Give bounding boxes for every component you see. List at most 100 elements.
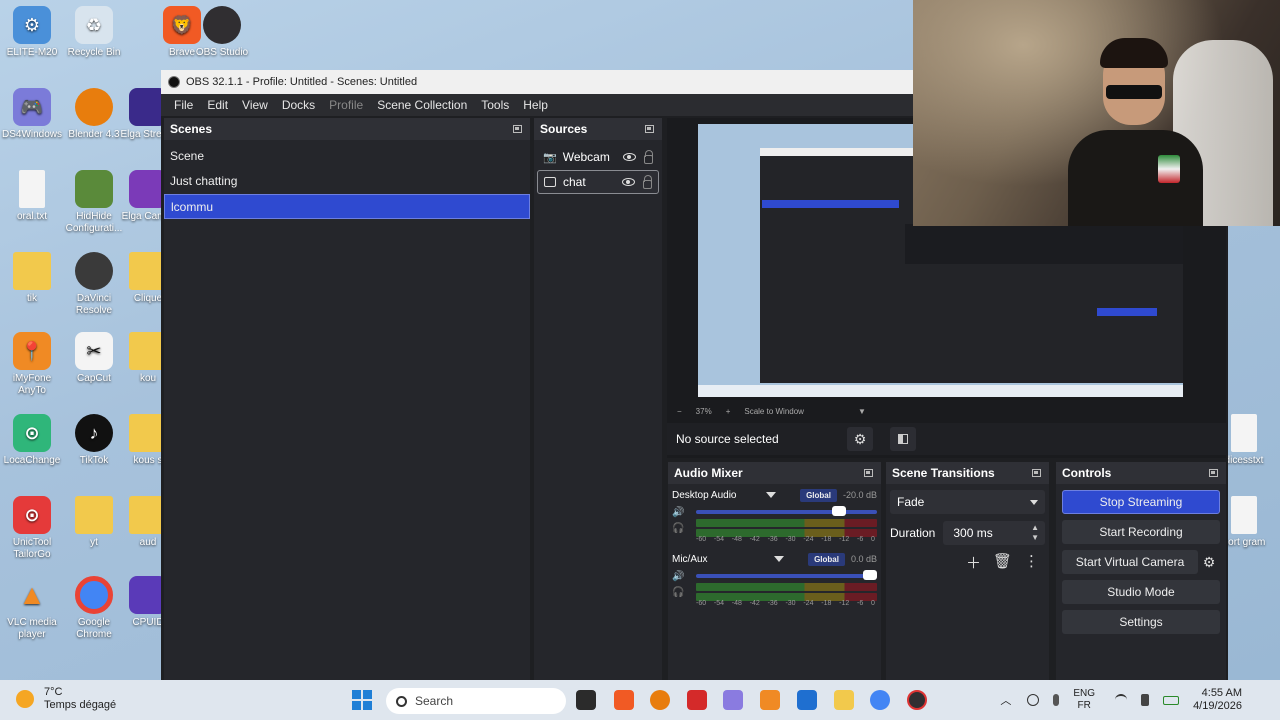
obs-taskbar-icon[interactable] [907,690,927,710]
spinner-icon[interactable]: ▲ ▼ [1031,523,1039,543]
chevron-down-icon[interactable]: ▼ [858,407,866,416]
desktop-icon-tailorgo[interactable]: ⊙ UnicTool TailorGo [0,496,64,561]
filters-icon[interactable] [890,427,916,451]
battery-icon[interactable] [1163,695,1180,705]
undock-icon[interactable] [513,125,522,133]
audio-meter [696,519,877,527]
blender-icon[interactable] [650,690,670,710]
scene-transitions-dock: Scene Transitions Fade Duration 300 ms ▲… [886,462,1049,680]
taskbar-search[interactable]: Search [386,688,566,714]
transition-selected: Fade [897,495,925,509]
trash-icon[interactable]: 🗑 [993,552,1012,573]
wifi-icon[interactable] [1115,694,1128,706]
undock-icon[interactable] [645,125,654,133]
start-recording-button[interactable]: Start Recording [1062,520,1220,544]
preview-zoom-bar: − 37% + Scale to Window ▼ [667,403,1226,419]
gear-icon[interactable]: ⚙ [1198,554,1220,571]
volume-slider[interactable] [696,506,877,516]
desktop-icon-vlc[interactable]: ▲ VLC media player [0,576,64,641]
menu-scene-collection[interactable]: Scene Collection [370,98,474,112]
desktop-icon-tik-folder[interactable]: tik [0,252,64,305]
source-label: chat [563,175,586,189]
visibility-eye-icon[interactable] [623,153,636,161]
source-label: Webcam [562,150,610,164]
gear-icon[interactable]: ⚙ [847,427,873,451]
scene-item-just-chatting[interactable]: Just chatting [164,169,530,194]
menu-profile[interactable]: Profile [322,98,370,112]
vlc-icon[interactable] [760,690,780,710]
file-explorer-icon[interactable] [834,690,854,710]
start-virtual-camera-button[interactable]: Start Virtual Camera [1062,550,1198,574]
visibility-eye-icon[interactable] [622,178,635,186]
microphone-icon[interactable] [1053,694,1060,706]
task-view-icon[interactable] [576,690,596,710]
source-toolbar: No source selected ⚙ [667,423,1226,455]
desktop-icon-imyfone[interactable]: 📍 iMyFone AnyTo [0,332,64,397]
desktop-icon-obs[interactable]: OBS Studio [190,6,254,59]
davinci-icon [75,252,113,290]
channel-desktop-audio: Desktop Audio Global -20.0 dB 🔊 🎧 -60 -54… [668,484,881,548]
menu-edit[interactable]: Edit [200,98,235,112]
gamepad-icon[interactable] [723,690,743,710]
store-icon[interactable] [797,690,817,710]
more-vertical-icon[interactable]: ⋮ [1024,552,1039,573]
speaker-icon[interactable]: 🔊 [672,507,684,518]
desktop-icon-locachange[interactable]: ⊙ LocaChange [0,414,64,467]
desktop-icon-elite[interactable]: ⚙ ELITE-M20 [0,6,64,59]
menu-help[interactable]: Help [516,98,555,112]
audio-mixer-title: Audio Mixer [674,466,743,480]
global-badge[interactable]: Global [800,488,837,502]
studio-mode-button[interactable]: Studio Mode [1062,580,1220,604]
network-off-icon[interactable] [1027,694,1040,706]
meter-ticks: -60 -54 -48 -42 -36 -30 -24 -18 -12 -6 0 [696,536,875,543]
undock-icon[interactable] [1209,469,1218,477]
controls-title: Controls [1062,466,1112,480]
zoom-out-button[interactable]: − [677,407,682,416]
chevron-up-icon[interactable]: ︿ [1000,692,1011,708]
menu-file[interactable]: File [167,98,200,112]
folder-icon [75,496,113,534]
brave-icon[interactable] [614,690,634,710]
search-placeholder: Search [415,694,454,708]
l-app-icon[interactable] [687,690,707,710]
speaker-icon[interactable]: 🔊 [672,571,684,582]
volume-slider-knob[interactable] [832,506,847,516]
volume-slider[interactable] [696,570,877,580]
desktop-icon-oral[interactable]: oral.txt [0,170,64,223]
volume-icon[interactable] [1141,694,1150,706]
transition-buttons: ＋ 🗑 ⋮ [886,552,1049,573]
desktop-icon-recycle-bin[interactable]: ♻ Recycle Bin [62,6,126,59]
menu-view[interactable]: View [235,98,275,112]
transition-select[interactable]: Fade [890,490,1045,514]
stop-streaming-button[interactable]: Stop Streaming [1062,490,1220,514]
source-item-chat[interactable]: chat [537,170,659,194]
scene-item-lcommu[interactable]: lcommu [164,194,530,219]
menu-docks[interactable]: Docks [275,98,322,112]
undock-icon[interactable] [1032,469,1041,477]
weather-moon-icon [16,690,34,708]
chevron-down-icon[interactable] [766,492,777,498]
desktop-icon-ds4windows[interactable]: 🎮 DS4Windows [0,88,64,141]
menu-tools[interactable]: Tools [474,98,516,112]
clock[interactable]: 4:55 AM 4/19/2026 [1193,687,1242,713]
monitor-headphone-icon[interactable]: 🎧 [672,587,684,598]
duration-input[interactable]: 300 ms ▲ ▼ [943,521,1045,545]
lock-icon[interactable] [643,174,652,189]
source-item-webcam[interactable]: 📷 Webcam [537,145,659,169]
language-indicator[interactable]: ENG FR [1073,688,1095,712]
scene-item-scene[interactable]: Scene [164,144,530,169]
app-icon: ⚙ [13,6,51,44]
chevron-down-icon[interactable] [774,556,785,562]
global-badge[interactable]: Global [808,552,845,566]
scale-mode[interactable]: Scale to Window [744,407,804,416]
zoom-in-button[interactable]: + [726,407,731,416]
windows-start-icon[interactable] [352,690,372,710]
weather-widget[interactable]: 7°C Temps dégagé [16,686,116,712]
settings-button[interactable]: Settings [1062,610,1220,634]
add-icon[interactable]: ＋ [966,552,981,573]
lock-icon[interactable] [644,149,653,164]
volume-slider-knob[interactable] [863,570,877,580]
undock-icon[interactable] [864,469,873,477]
monitor-headphone-icon[interactable]: 🎧 [672,523,684,534]
chrome-icon[interactable] [870,690,890,710]
